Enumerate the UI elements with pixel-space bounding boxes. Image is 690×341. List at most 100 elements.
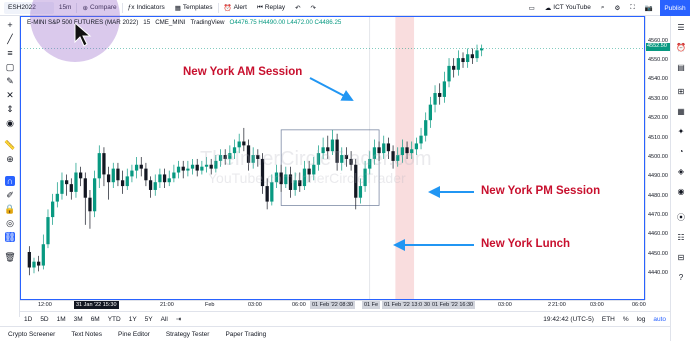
- trash-icon[interactable]: 🗑: [4, 252, 15, 262]
- annotation-lunch: New York Lunch: [481, 238, 571, 250]
- zoom-icon[interactable]: ⊕: [5, 154, 15, 164]
- candle-body: [162, 174, 167, 183]
- eye-icon[interactable]: ◉: [5, 118, 15, 128]
- publish-button[interactable]: Publish: [660, 0, 690, 16]
- search-icon: ⌕: [600, 3, 605, 11]
- candle-body: [83, 178, 87, 198]
- alerts-icon[interactable]: ⏰: [676, 42, 686, 52]
- lock-icon[interactable]: 🔒: [4, 204, 15, 214]
- magnet-icon[interactable]: ∩: [5, 176, 15, 186]
- hotlist-icon[interactable]: ⊞: [676, 86, 686, 96]
- time-tick-label: 2: [548, 302, 552, 308]
- range-button[interactable]: 5D: [36, 316, 52, 323]
- price-axis[interactable]: 4560.00 4550.00 4540.00 4530.00 4520.00 4510.…: [645, 16, 670, 300]
- candle-body: [144, 168, 148, 181]
- snapshot-button[interactable]: 📷: [640, 0, 658, 16]
- legend-title[interactable]: E-MINI S&P 500 FUTURES (MAR 2022): [27, 19, 138, 26]
- dom-icon[interactable]: ⊟: [676, 252, 686, 262]
- clock-label[interactable]: 19:42:42 (UTC-5): [539, 316, 598, 323]
- time-highlight-label: 01 Feb '22 16:30: [430, 301, 476, 309]
- order-panel-icon[interactable]: ☷: [676, 232, 686, 242]
- time-axis[interactable]: 12:0021:00Feb03:0006:0021:0003:0021:0020…: [20, 300, 646, 311]
- visibility-icon[interactable]: ◎: [5, 218, 15, 228]
- range-button[interactable]: 3M: [70, 316, 87, 323]
- brush-icon[interactable]: ✎: [5, 76, 15, 86]
- price-tick-label: 4460.00: [648, 231, 668, 238]
- measure-icon[interactable]: ⇕: [5, 104, 15, 114]
- streams-icon[interactable]: ◈: [676, 166, 686, 176]
- current-price-label: 4552.50: [646, 43, 670, 52]
- range-button[interactable]: All: [157, 316, 172, 323]
- ideas-icon[interactable]: ✦: [676, 126, 686, 136]
- layout-button[interactable]: ▭: [524, 0, 540, 16]
- undo-button[interactable]: ↶: [290, 0, 305, 16]
- indicators-label: Indicators: [136, 4, 165, 11]
- candle-body: [475, 50, 479, 59]
- legend-exchange: CME_MINI: [155, 19, 186, 26]
- search-button[interactable]: ⌕: [596, 0, 610, 16]
- auto-toggle[interactable]: auto: [649, 316, 670, 323]
- percent-toggle[interactable]: %: [619, 316, 633, 323]
- gear-icon: ⚙: [614, 4, 621, 12]
- watchlist-icon[interactable]: ☰: [676, 22, 686, 32]
- templates-button[interactable]: ▦ Templates: [170, 0, 218, 16]
- panel-tab[interactable]: Crypto Screener: [0, 331, 63, 338]
- replay-button[interactable]: ⏮ Replay: [252, 0, 290, 16]
- goto-date-icon[interactable]: ⇥: [172, 315, 185, 323]
- data-window-icon[interactable]: ▤: [676, 62, 686, 72]
- candle-body: [237, 141, 241, 148]
- candle-body: [158, 174, 162, 183]
- panel-tab[interactable]: Paper Trading: [217, 331, 274, 338]
- rectangle-icon[interactable]: ▢: [5, 62, 15, 72]
- alert-button[interactable]: ⏰ Alert: [219, 0, 252, 16]
- range-button[interactable]: 1M: [53, 316, 70, 323]
- pencil-lock-icon[interactable]: ✐: [5, 190, 15, 200]
- candle-body: [88, 197, 92, 212]
- settings-button[interactable]: ⚙: [610, 0, 626, 16]
- pattern-icon[interactable]: ✕: [5, 90, 15, 100]
- time-highlight-label: 31 Jan '22 15:30: [74, 301, 119, 309]
- candle-body: [37, 261, 41, 266]
- trendline-icon[interactable]: ╱: [5, 34, 15, 44]
- range-button[interactable]: 1D: [20, 316, 36, 323]
- candle-body: [116, 168, 120, 181]
- log-toggle[interactable]: log: [633, 316, 650, 323]
- crosshair-icon[interactable]: +: [5, 20, 15, 30]
- range-bar: 1D 5D 1M 3M 6M YTD 1Y 5Y All ⇥ 19:42:42 (UTC-5) …: [20, 311, 670, 326]
- candle-body: [265, 186, 269, 202]
- chat-icon[interactable]: ◔: [676, 146, 686, 156]
- time-tick-label: 12:00: [38, 302, 52, 308]
- candle-body: [148, 180, 153, 190]
- panel-tab[interactable]: Strategy Tester: [158, 331, 218, 338]
- price-tick-label: 4520.00: [648, 115, 668, 122]
- ruler-icon[interactable]: 📏: [4, 140, 15, 150]
- session-button[interactable]: ETH: [598, 316, 619, 323]
- fib-icon[interactable]: ≡: [5, 48, 15, 58]
- help-icon[interactable]: ?: [676, 272, 686, 282]
- candle-body: [461, 58, 465, 63]
- redo-button[interactable]: ↷: [306, 0, 321, 16]
- notifications-icon[interactable]: ◉: [676, 186, 686, 196]
- broadcast-icon[interactable]: ⦿: [676, 212, 686, 222]
- candle-body: [60, 180, 64, 194]
- range-button[interactable]: YTD: [104, 316, 125, 323]
- price-tick-label: 4480.00: [648, 192, 668, 199]
- price-tick-label: 4550.00: [648, 57, 668, 63]
- grid-icon: ▦: [174, 4, 181, 12]
- calendar-icon[interactable]: ▦: [676, 106, 686, 116]
- link-icon[interactable]: ⛓: [4, 232, 16, 242]
- candle-body: [74, 172, 78, 192]
- candle-body: [69, 184, 73, 192]
- candle-body: [134, 164, 139, 171]
- panel-tab[interactable]: Pine Editor: [110, 331, 158, 338]
- range-button[interactable]: 1Y: [125, 316, 141, 323]
- price-tick-label: 4450.00: [648, 250, 668, 257]
- panel-tab[interactable]: Text Notes: [63, 331, 110, 338]
- profile-button[interactable]: ☁ ICT YouTube: [540, 0, 596, 16]
- range-button[interactable]: 6M: [87, 316, 104, 323]
- candle-body: [120, 180, 125, 187]
- fullscreen-button[interactable]: ⛶: [625, 0, 640, 16]
- range-button[interactable]: 5Y: [141, 316, 157, 323]
- indicators-button[interactable]: ƒx Indicators: [123, 0, 170, 16]
- candle-body: [172, 172, 176, 179]
